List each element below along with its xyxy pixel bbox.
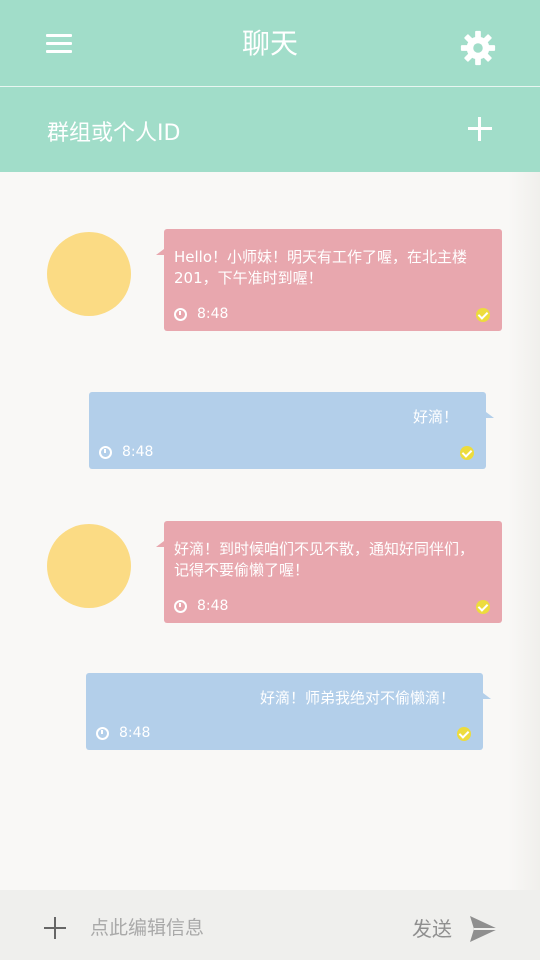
bubble-tail — [486, 412, 494, 418]
group-id-label: 群组或个人ID — [47, 121, 181, 146]
message-time: 8:48 — [119, 724, 151, 741]
message-text: Hello！小师妹！明天有工作了喔，在北主楼201，下午准时到喔！ — [174, 248, 468, 287]
message-text: 好滴！到时候咱们不见不散，通知好同伴们，记得不要偷懒了喔！ — [174, 540, 475, 579]
bubble-tail — [483, 693, 491, 699]
avatar[interactable] — [47, 524, 131, 608]
clock-icon — [174, 307, 187, 321]
message-text: 好滴！ — [412, 408, 458, 426]
outgoing-message-bubble[interactable]: 好滴！ 8:48 — [89, 392, 494, 469]
send-button[interactable]: 发送 — [412, 916, 452, 942]
check-circle-icon — [460, 446, 474, 460]
message-time: 8:48 — [122, 443, 154, 460]
plus-icon[interactable] — [44, 917, 66, 939]
check-circle-icon — [457, 727, 471, 741]
avatar[interactable] — [47, 232, 131, 316]
message-input[interactable] — [80, 910, 380, 946]
message-meta: 8:48 — [174, 597, 228, 615]
message-time: 8:48 — [197, 597, 229, 614]
clock-icon — [96, 726, 109, 740]
message-meta: 8:48 — [96, 724, 150, 742]
bubble-tail — [156, 249, 164, 255]
incoming-message-bubble[interactable]: 好滴！到时候咱们不见不散，通知好同伴们，记得不要偷懒了喔！ 8:48 — [156, 521, 502, 623]
top-bar: 聊天 — [0, 0, 540, 86]
check-circle-icon — [476, 600, 490, 614]
clock-icon — [174, 599, 187, 613]
bubble-tail — [156, 541, 164, 547]
group-id-bar[interactable]: 群组或个人ID — [0, 87, 540, 172]
paper-plane-icon[interactable] — [468, 914, 500, 944]
message-text: 好滴！师弟我绝对不偷懒滴！ — [259, 689, 455, 707]
incoming-message-bubble[interactable]: Hello！小师妹！明天有工作了喔，在北主楼201，下午准时到喔！ 8:48 — [156, 229, 502, 331]
clock-icon — [99, 445, 112, 459]
plus-icon[interactable] — [468, 117, 492, 141]
message-meta: 8:48 — [99, 443, 153, 461]
composer-bar: 发送 — [0, 890, 540, 960]
outgoing-message-bubble[interactable]: 好滴！师弟我绝对不偷懒滴！ 8:48 — [86, 673, 491, 750]
gear-icon[interactable] — [459, 29, 497, 67]
message-meta: 8:48 — [174, 305, 228, 323]
check-circle-icon — [476, 308, 490, 322]
message-list[interactable]: Hello！小师妹！明天有工作了喔，在北主楼201，下午准时到喔！ 8:48 好… — [0, 172, 540, 890]
chat-app: 聊天 群组或个人ID Hello！小师妹！明天有工作了喔，在北主楼201，下午准… — [0, 0, 540, 960]
message-time: 8:48 — [197, 305, 229, 322]
